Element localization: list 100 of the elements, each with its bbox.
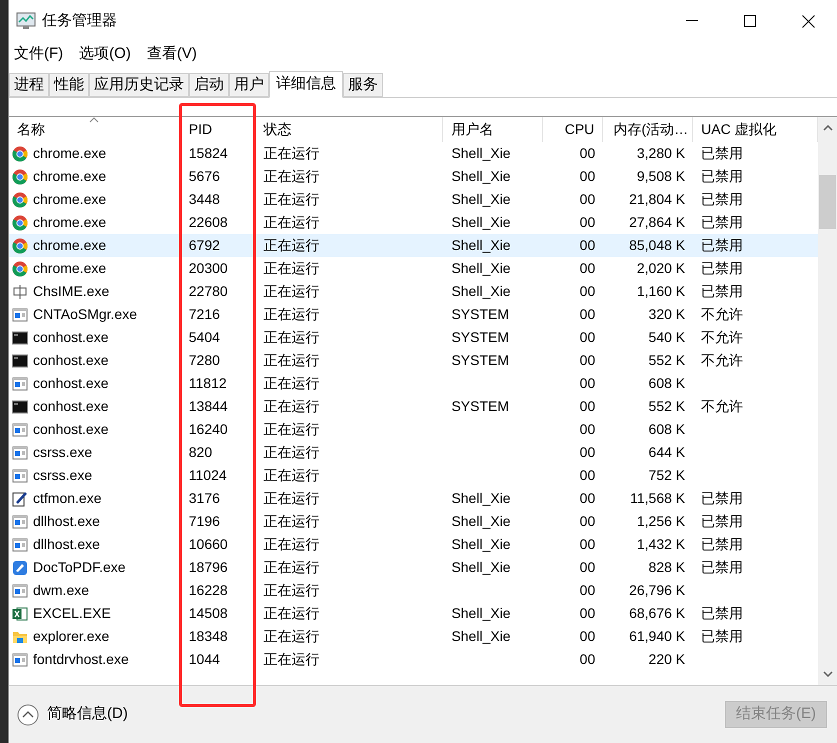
window-icon — [12, 582, 28, 598]
table-row[interactable]: dllhost.exe 7196 正在运行 Shell_Xie 00 1,256 K 已禁用 — [9, 510, 818, 533]
table-cell-text: 已禁用 — [701, 558, 744, 577]
table-cell-text: 00 — [580, 213, 596, 232]
fewer-details-link[interactable]: 简略信息(D) — [47, 703, 128, 726]
tab[interactable]: 详细信息 — [269, 71, 343, 98]
table-cell-text: Shell_Xie — [451, 213, 511, 232]
table-cell-text: 00 — [580, 282, 596, 301]
column-header[interactable]: 状态 — [256, 117, 444, 142]
tab[interactable]: 启动 — [189, 73, 229, 97]
table-row[interactable]: chrome.exe 3448 正在运行 Shell_Xie 00 21,804 K 已禁用 — [9, 188, 818, 211]
table-cell-text: SYSTEM — [451, 305, 510, 324]
table-cell-text: Shell_Xie — [451, 190, 511, 209]
table-row[interactable]: fontdrvhost.exe 1044 正在运行 00 220 K — [9, 648, 818, 671]
column-header[interactable]: PID — [180, 117, 256, 142]
table-cell-text: 00 — [580, 144, 596, 163]
table-cell-text: 正在运行 — [264, 489, 320, 508]
table-cell-text: 26,796 K — [629, 581, 686, 600]
console-icon — [12, 352, 28, 368]
table-cell-text: 00 — [580, 650, 596, 669]
table-cell-text: Shell_Xie — [451, 604, 511, 623]
tab[interactable]: 应用历史记录 — [89, 73, 189, 97]
maximize-icon[interactable] — [744, 15, 756, 27]
table-cell-text: SYSTEM — [451, 351, 510, 370]
table-row[interactable]: CNTAoSMgr.exe 7216 正在运行 SYSTEM 00 320 K 不允许 — [9, 303, 818, 326]
table-cell-text: 不允许 — [701, 351, 744, 370]
table-row[interactable]: conhost.exe 11812 正在运行 00 608 K — [9, 372, 818, 395]
table-cell-text: 00 — [580, 351, 596, 370]
tab[interactable]: 进程 — [9, 73, 49, 97]
table-cell-text: 22608 — [188, 213, 228, 232]
table-row[interactable]: chrome.exe 5676 正在运行 Shell_Xie 00 9,508 K 已禁用 — [9, 165, 818, 188]
table-row[interactable]: conhost.exe 13844 正在运行 SYSTEM 00 552 K 不允许 — [9, 395, 818, 418]
tab[interactable]: 用户 — [229, 73, 269, 97]
table-row[interactable]: ChsIME.exe 22780 正在运行 Shell_Xie 00 1,160 K 已禁用 — [9, 280, 818, 303]
table-cell-text: 6792 — [188, 236, 220, 255]
table-cell-text: 不允许 — [701, 305, 744, 324]
menu-item[interactable]: 文件(F) — [14, 42, 64, 66]
tab[interactable]: 性能 — [49, 73, 89, 97]
table-cell-text: 已禁用 — [701, 489, 744, 508]
minimize-icon[interactable] — [686, 20, 698, 22]
table-cell-text: conhost.exe — [33, 420, 108, 439]
table-cell-text: 正在运行 — [264, 397, 320, 416]
column-header[interactable]: 内存(活动… — [603, 117, 694, 142]
close-icon[interactable] — [802, 14, 815, 28]
table-cell-text: 61,940 K — [629, 627, 686, 646]
table-cell-text: 21,804 K — [629, 190, 686, 209]
window-icon — [12, 652, 28, 668]
table-row[interactable]: csrss.exe 11024 正在运行 00 752 K — [9, 464, 818, 487]
menu-item[interactable]: 选项(O) — [79, 42, 131, 66]
table-cell-text: 16240 — [188, 420, 228, 439]
scroll-down-icon[interactable] — [822, 671, 832, 677]
table-row[interactable]: chrome.exe 22608 正在运行 Shell_Xie 00 27,864 K 已禁用 — [9, 211, 818, 234]
table-cell-text: 正在运行 — [264, 259, 320, 278]
column-header[interactable]: 名称 — [9, 117, 181, 142]
table-cell-text: CNTAoSMgr.exe — [33, 305, 137, 324]
window-icon — [12, 468, 28, 484]
table-cell-text: 00 — [580, 328, 596, 347]
table-cell-text: 820 — [188, 443, 212, 462]
collapse-icon[interactable] — [17, 704, 39, 726]
table-row[interactable]: dwm.exe 16228 正在运行 00 26,796 K — [9, 579, 818, 602]
window-icon — [12, 376, 28, 392]
table-row[interactable]: chrome.exe 6792 正在运行 Shell_Xie 00 85,048 K 已禁用 — [9, 234, 818, 257]
table-cell-text: 2,020 K — [636, 259, 686, 278]
table-cell-text: conhost.exe — [33, 397, 108, 416]
table-cell-text: 00 — [580, 466, 596, 485]
scrollbar[interactable] — [818, 117, 837, 685]
table-row[interactable]: ctfmon.exe 3176 正在运行 Shell_Xie 00 11,568 K 已禁用 — [9, 487, 818, 510]
scroll-thumb[interactable] — [819, 175, 836, 229]
scroll-up-icon[interactable] — [822, 125, 832, 131]
table-row[interactable]: chrome.exe 15824 正在运行 Shell_Xie 00 3,280 K 已禁用 — [9, 142, 818, 165]
table-cell-text: SYSTEM — [451, 397, 510, 416]
table-cell-text: 00 — [580, 512, 596, 531]
table-cell-text: Shell_Xie — [451, 259, 511, 278]
table-cell-text: 正在运行 — [264, 144, 320, 163]
table-row[interactable]: dllhost.exe 10660 正在运行 Shell_Xie 00 1,432 K 已禁用 — [9, 533, 818, 556]
column-header[interactable]: CPU — [543, 117, 604, 142]
table-row[interactable]: DocToPDF.exe 18796 正在运行 Shell_Xie 00 828 K 已禁用 — [9, 556, 818, 579]
table-row[interactable]: conhost.exe 7280 正在运行 SYSTEM 00 552 K 不允许 — [9, 349, 818, 372]
table-cell-text: 552 K — [648, 397, 686, 416]
table-row[interactable]: conhost.exe 16240 正在运行 00 608 K — [9, 418, 818, 441]
table-cell-text: 00 — [580, 259, 596, 278]
table-cell-text: 正在运行 — [264, 351, 320, 370]
table-row[interactable]: chrome.exe 20300 正在运行 Shell_Xie 00 2,020 K 已禁用 — [9, 257, 818, 280]
table-cell-text: 正在运行 — [264, 558, 320, 577]
table-row[interactable]: conhost.exe 5404 正在运行 SYSTEM 00 540 K 不允许 — [9, 326, 818, 349]
table-cell-text: 正在运行 — [264, 328, 320, 347]
table-row[interactable]: csrss.exe 820 正在运行 00 644 K — [9, 441, 818, 464]
table-cell-text: 已禁用 — [701, 167, 744, 186]
table-cell-text: chrome.exe — [33, 236, 106, 255]
table-row[interactable]: explorer.exe 18348 正在运行 Shell_Xie 00 61,940 K 已禁用 — [9, 625, 818, 648]
column-header[interactable]: 用户名 — [443, 117, 544, 142]
table-cell-text: 00 — [580, 305, 596, 324]
table-row[interactable]: EXCEL.EXE 14508 正在运行 Shell_Xie 00 68,676 K 已禁用 — [9, 602, 818, 625]
table-cell-text: 7216 — [188, 305, 220, 324]
menu-item[interactable]: 查看(V) — [146, 42, 197, 66]
table-cell-text: 已禁用 — [701, 535, 744, 554]
tab[interactable]: 服务 — [343, 73, 383, 97]
table-cell-text: Shell_Xie — [451, 489, 511, 508]
table-cell-text: csrss.exe — [33, 443, 92, 462]
browser-logo-icon — [12, 192, 28, 208]
